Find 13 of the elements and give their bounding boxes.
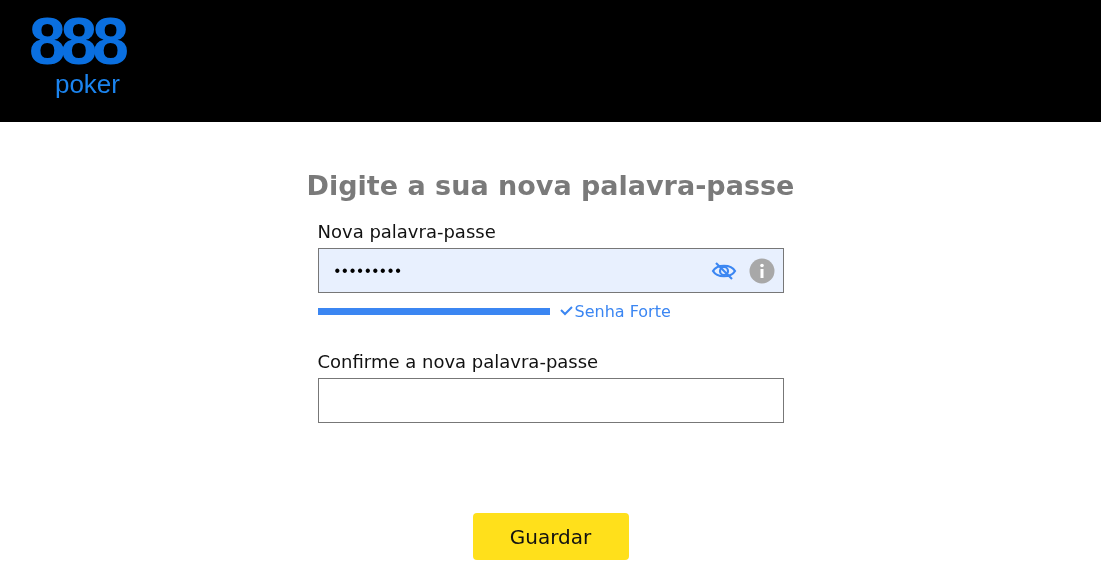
page-title: Digite a sua nova palavra-passe (306, 170, 795, 201)
save-button[interactable]: Guardar (472, 513, 629, 560)
info-icon[interactable] (748, 257, 775, 284)
strength-text: Senha Forte (574, 301, 671, 321)
check-icon (559, 306, 573, 316)
field-label: Nova palavra-passe (317, 221, 497, 242)
logo-number: 888 (28, 10, 124, 72)
eye-slash-icon[interactable] (710, 260, 737, 281)
password-field[interactable] (317, 378, 784, 423)
logo-word: poker (54, 72, 120, 96)
field-label: Confirme a nova palavra-passe (317, 351, 600, 372)
password-input[interactable]: ••••••••• (332, 260, 699, 281)
password-field[interactable]: ••••••••• (317, 248, 784, 293)
